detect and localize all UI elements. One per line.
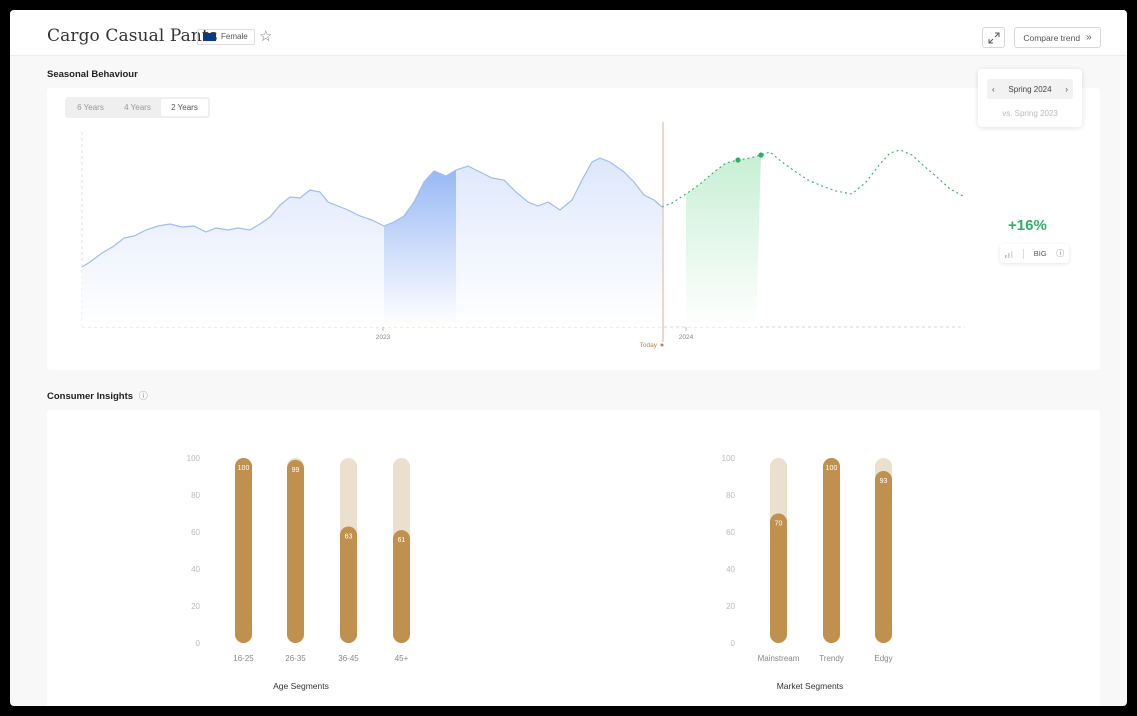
bar-value-label: 100 — [826, 465, 838, 472]
bar — [287, 459, 304, 643]
season-compare-label: vs. Spring 2023 — [1002, 109, 1058, 118]
bar-value-label: 61 — [398, 537, 406, 544]
chevron-left-icon[interactable]: ‹ — [992, 85, 995, 94]
tab-4-years[interactable]: 4 Years — [114, 99, 161, 116]
bar — [823, 458, 840, 643]
tab-6-years[interactable]: 6 Years — [67, 99, 114, 116]
today-marker — [660, 343, 664, 347]
consumer-charts: 0 20 40 60 80 100 100 16-25 99 26-35 63 36-45 61 45+ A… — [187, 454, 893, 691]
age-segments-chart: 0 20 40 60 80 100 100 16-25 99 26-35 63 36-45 61 45+ A… — [187, 454, 410, 691]
bar-value-label: 63 — [345, 533, 353, 540]
seasonal-chart: 2023 2024 Today — [81, 122, 966, 349]
y-tick-label: 40 — [726, 565, 735, 574]
category-label: 16-25 — [233, 654, 254, 663]
y-tick-label: 0 — [731, 639, 736, 648]
range-tabs: 6 Years 4 Years 2 Years — [65, 97, 210, 118]
past-trend-area — [82, 158, 662, 327]
category-label: 45+ — [395, 654, 409, 663]
category-label: Mainstream — [758, 654, 800, 663]
app-window: Cargo Casual Pants Female ☆ Compare tren… — [10, 10, 1127, 706]
bar — [393, 530, 410, 643]
bar-value-label: 93 — [880, 478, 888, 485]
bar — [340, 526, 357, 643]
y-tick-label: 20 — [726, 602, 735, 611]
tab-2-years[interactable]: 2 Years — [161, 99, 208, 116]
y-tick-label: 100 — [722, 454, 736, 463]
y-tick-label: 80 — [191, 491, 200, 500]
y-tick-label: 100 — [187, 454, 201, 463]
size-label: BIG — [1033, 249, 1047, 258]
signal-bars-icon — [1004, 250, 1013, 258]
chevron-right-icon[interactable]: › — [1065, 85, 1068, 94]
divider — [1023, 248, 1025, 259]
bar-value-label: 99 — [292, 467, 300, 474]
y-tick-label: 40 — [191, 565, 200, 574]
season-selected: Spring 2024 — [1008, 84, 1052, 94]
today-label: Today — [640, 342, 658, 349]
chart-title: Market Segments — [777, 681, 844, 691]
forecast-season-area — [686, 155, 761, 327]
size-indicator: BIG ⓘ — [1000, 244, 1069, 263]
y-tick-label: 20 — [191, 602, 200, 611]
highlight-season-area — [384, 170, 456, 327]
season-selector-panel: ‹ Spring 2024 › vs. Spring 2023 — [978, 69, 1082, 127]
category-label: 36-45 — [338, 654, 359, 663]
market-segments-chart: 0 20 40 60 80 100 70 Mainstream 100 Trendy 93 Edgy M… — [722, 454, 893, 691]
category-label: Edgy — [874, 654, 892, 663]
season-selector[interactable]: ‹ Spring 2024 › — [987, 79, 1073, 99]
info-icon[interactable]: ⓘ — [1056, 248, 1064, 259]
forecast-point — [735, 157, 741, 163]
bar — [770, 513, 787, 643]
consumer-section-label: Consumer Insights — [47, 391, 134, 402]
bar-value-label: 100 — [238, 465, 250, 472]
info-icon[interactable]: ⓘ — [139, 391, 148, 401]
bar — [875, 470, 892, 643]
x-tick-label: 2024 — [679, 334, 694, 341]
y-tick-label: 60 — [726, 528, 735, 537]
consumer-section-title: Consumer Insights ⓘ — [47, 389, 148, 402]
category-label: Trendy — [819, 654, 844, 663]
bar-value-label: 70 — [775, 521, 783, 528]
y-tick-label: 60 — [191, 528, 200, 537]
change-percentage: +16% — [1008, 217, 1047, 234]
forecast-point — [758, 152, 764, 158]
category-label: 26-35 — [285, 654, 306, 663]
bar — [235, 458, 252, 643]
x-tick-label: 2023 — [376, 334, 391, 341]
y-tick-label: 80 — [726, 491, 735, 500]
chart-title: Age Segments — [273, 681, 329, 691]
y-tick-label: 0 — [196, 639, 201, 648]
